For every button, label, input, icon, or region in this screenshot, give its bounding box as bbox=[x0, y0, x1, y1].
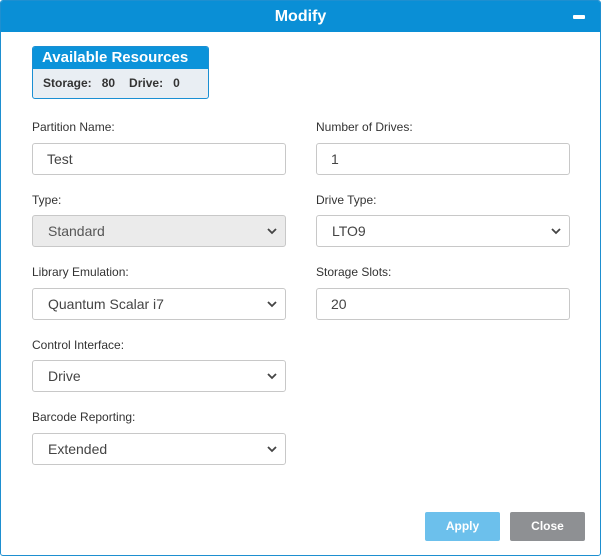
chevron-down-icon bbox=[267, 228, 277, 235]
chevron-down-icon bbox=[551, 228, 561, 235]
library-emulation-select[interactable]: Quantum Scalar i7 bbox=[32, 288, 286, 320]
type-label: Type: bbox=[32, 193, 62, 207]
barcode-reporting-select-value: Extended bbox=[48, 441, 108, 457]
storage-slots-label: Storage Slots: bbox=[316, 265, 392, 279]
dialog-title: Modify bbox=[274, 8, 327, 25]
control-interface-select[interactable]: Drive bbox=[32, 360, 286, 392]
chevron-down-icon bbox=[267, 446, 277, 453]
type-select: Standard bbox=[32, 215, 286, 247]
storage-slots-input[interactable] bbox=[316, 288, 570, 320]
chevron-down-icon bbox=[267, 301, 277, 308]
available-resources-panel: Available Resources Storage: 80 Drive: 0 bbox=[32, 46, 209, 99]
barcode-reporting-select[interactable]: Extended bbox=[32, 433, 286, 465]
available-resources-title: Available Resources bbox=[33, 47, 208, 69]
partition-name-label: Partition Name: bbox=[32, 120, 115, 134]
chevron-down-icon bbox=[267, 373, 277, 380]
storage-label: Storage: bbox=[43, 76, 92, 90]
modify-dialog: Modify Available Resources Storage: 80 Dri… bbox=[0, 0, 601, 556]
minimize-icon[interactable] bbox=[570, 9, 588, 25]
partition-name-input[interactable] bbox=[32, 143, 286, 175]
library-emulation-label: Library Emulation: bbox=[32, 265, 129, 279]
storage-value: 80 bbox=[101, 76, 116, 90]
barcode-reporting-label: Barcode Reporting: bbox=[32, 410, 136, 424]
library-emulation-select-value: Quantum Scalar i7 bbox=[48, 296, 164, 312]
drive-type-select[interactable]: LTO9 bbox=[316, 215, 570, 247]
control-interface-label: Control Interface: bbox=[32, 338, 125, 352]
control-interface-select-value: Drive bbox=[48, 368, 81, 384]
drive-type-label: Drive Type: bbox=[316, 193, 377, 207]
number-of-drives-label: Number of Drives: bbox=[316, 120, 413, 134]
available-resources-summary: Storage: 80 Drive: 0 bbox=[33, 69, 208, 97]
drive-label: Drive: bbox=[129, 76, 164, 90]
close-button[interactable]: Close bbox=[510, 512, 585, 541]
type-select-value: Standard bbox=[48, 223, 105, 239]
drive-value: 0 bbox=[173, 76, 180, 90]
number-of-drives-input[interactable] bbox=[316, 143, 570, 175]
drive-type-select-value: LTO9 bbox=[332, 223, 366, 239]
apply-button[interactable]: Apply bbox=[425, 512, 500, 541]
